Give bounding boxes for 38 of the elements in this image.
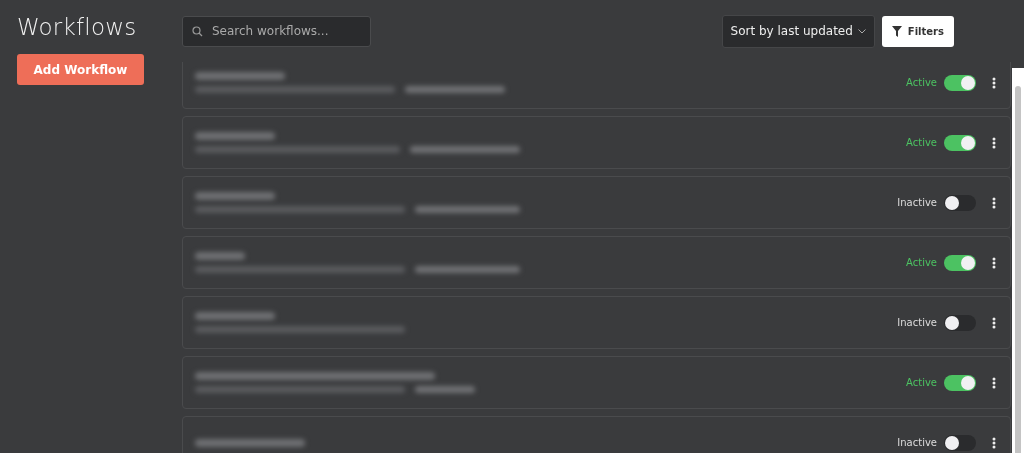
- status-label: Inactive: [897, 317, 937, 328]
- workflow-card[interactable]: Inactive: [182, 176, 1011, 229]
- workflow-card[interactable]: Active: [182, 62, 1011, 109]
- status-label: Active: [906, 377, 937, 388]
- workflow-card[interactable]: Inactive: [182, 296, 1011, 349]
- toggle-switch[interactable]: [944, 74, 976, 91]
- status-label: Active: [906, 77, 937, 88]
- more-icon[interactable]: [992, 196, 996, 209]
- workflow-card[interactable]: Active: [182, 356, 1011, 409]
- blurred-title: [195, 252, 245, 260]
- search-field[interactable]: Search workflows...: [182, 15, 371, 47]
- toggle-switch[interactable]: [944, 374, 976, 391]
- chevron-down-icon: [857, 28, 866, 34]
- workflow-card[interactable]: Active: [182, 236, 1011, 289]
- toggle-switch[interactable]: [944, 254, 976, 271]
- more-icon[interactable]: [992, 256, 996, 269]
- scrollbar[interactable]: [1012, 68, 1024, 453]
- filters-button[interactable]: Filters: [881, 15, 954, 47]
- workflow-card[interactable]: Active: [182, 116, 1011, 169]
- more-icon[interactable]: [992, 76, 996, 89]
- status-label: Active: [906, 137, 937, 148]
- toggle-switch[interactable]: [944, 434, 976, 451]
- more-icon[interactable]: [992, 136, 996, 149]
- page-title: Workflows: [17, 14, 138, 40]
- status-label: Active: [906, 257, 937, 268]
- status-label: Inactive: [897, 197, 937, 208]
- filter-icon: [891, 25, 902, 37]
- more-icon[interactable]: [992, 376, 996, 389]
- toggle-switch[interactable]: [944, 134, 976, 151]
- toggle-switch[interactable]: [944, 194, 976, 211]
- more-icon[interactable]: [992, 436, 996, 449]
- blurred-tag: [415, 386, 475, 393]
- more-icon[interactable]: [992, 316, 996, 329]
- sort-dropdown[interactable]: Sort by last updated: [721, 14, 875, 48]
- status-label: Inactive: [897, 437, 937, 448]
- search-icon: [192, 25, 203, 37]
- toggle-switch[interactable]: [944, 314, 976, 331]
- workflow-card[interactable]: Inactive: [182, 416, 1011, 453]
